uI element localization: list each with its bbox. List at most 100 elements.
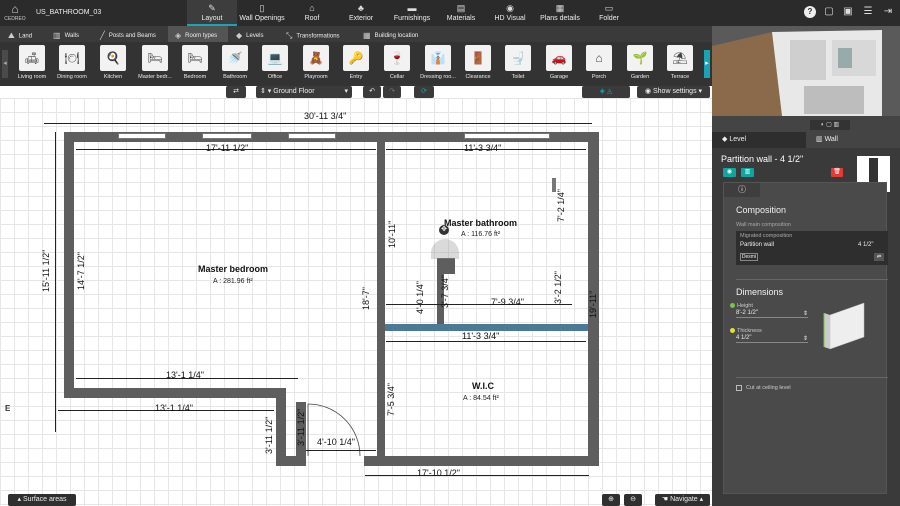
tab-level[interactable]: ◆ Level — [712, 132, 806, 148]
room-type-living-room[interactable]: 🛋 Living room — [13, 45, 51, 83]
washer-icon: 🍷 — [384, 45, 410, 71]
room-type-garage[interactable]: 🚗 Garage — [540, 45, 578, 83]
floor-plan-canvas[interactable]: 30'-11 3/4" 17'-11 1/2" 11'-3 3/4" 13'-1… — [0, 98, 712, 506]
hand-icon: ☚ — [661, 496, 671, 503]
dim-line — [365, 475, 589, 476]
room-type-garden[interactable]: 🌱 Garden — [621, 45, 659, 83]
tab-materials[interactable]: ▤ Materials — [437, 0, 485, 26]
show-settings-button[interactable]: ◉ Show settings ▾ — [637, 86, 710, 98]
wall-bath-stub[interactable] — [437, 258, 455, 274]
wall-color-button[interactable]: ◉ — [723, 168, 736, 177]
room-type-clearance[interactable]: 🚪 Clearance — [459, 45, 497, 83]
window[interactable] — [464, 133, 550, 139]
help-icon[interactable]: ? — [804, 6, 816, 18]
canvas-toolbar: ⇄ ⇕ ▾ Ground Floor ▾ ↶ ↷ ⟳ ◈ ◬ ◉ Show set… — [0, 86, 712, 98]
zoom-out-icon[interactable]: ⊖ — [624, 494, 642, 506]
wall-entry-left[interactable] — [276, 388, 286, 466]
dim-entry-3-11-b: 3'-11 1/2" — [296, 408, 306, 446]
wall-left[interactable] — [64, 132, 74, 394]
room-type-terrace[interactable]: ⛱ Terrace — [661, 45, 699, 83]
sofa-icon: ▬ — [407, 3, 417, 13]
scroll-left-arrow-icon[interactable]: ◂ — [2, 50, 8, 78]
tab-room-types[interactable]: ◈ Room types — [168, 26, 228, 42]
room-type-bathroom[interactable]: 🚿 Bathroom — [216, 45, 254, 83]
tab-wall[interactable]: ▥ Wall — [806, 132, 900, 148]
info-icon[interactable]: ⓘ — [724, 183, 760, 197]
tab-layout[interactable]: ✎ Layout — [187, 0, 237, 26]
wall-bottom-right[interactable] — [364, 456, 599, 466]
room-type-dining-room[interactable]: 🍽 Dining room — [53, 45, 91, 83]
tab-exterior[interactable]: ♣ Exterior — [337, 0, 385, 26]
app-logo[interactable]: ⌂ CEDREO — [2, 3, 28, 23]
room-type-cellar[interactable]: 🍷 Cellar — [378, 45, 416, 83]
redo-icon[interactable]: ↷ — [383, 86, 401, 98]
composition-box[interactable]: Migrated composition Partition wall 4 1/… — [736, 231, 888, 265]
room-type-bedroom[interactable]: 🛏 Bedroom — [176, 45, 214, 83]
swap-icon[interactable]: ⇄ — [226, 86, 246, 98]
dining-table-icon: 🍽 — [59, 45, 85, 71]
undo-icon[interactable]: ↶ — [363, 86, 381, 98]
tab-roof[interactable]: ⌂ Roof — [287, 0, 337, 26]
room-label-master-bedroom[interactable]: Master bedroom — [198, 264, 268, 274]
room-type-dressing-room[interactable]: 👔 Dressing roo... — [418, 45, 458, 83]
room-type-toilet[interactable]: 🚽 Toilet — [499, 45, 537, 83]
cut-ceiling-label: Cut at ceiling level — [746, 385, 791, 391]
tab-land[interactable]: ⛰ Land — [8, 26, 48, 42]
tree-icon: ♣ — [358, 3, 364, 13]
wall-entry-bottom[interactable] — [286, 456, 306, 466]
zoom-in-icon[interactable]: ⊕ — [602, 494, 620, 506]
height-field[interactable]: 8'-2 1/2" ⇕ — [736, 310, 808, 318]
floor-select[interactable]: ⇕ ▾ Ground Floor ▾ — [256, 86, 352, 98]
wall-selected-partition[interactable] — [385, 324, 588, 331]
wall-style-button[interactable]: ▥ — [741, 168, 754, 177]
room-label-master-bathroom[interactable]: Master bathroom — [444, 218, 517, 228]
surface-areas-button[interactable]: ▴ Surface areas — [8, 494, 76, 506]
tab-levels[interactable]: ◆ Levels — [236, 26, 276, 42]
room-type-entry[interactable]: 🔑 Entry — [337, 45, 375, 83]
room-type-master-bedroom[interactable]: 🛏 Master bedr... — [134, 45, 176, 83]
room-type-office[interactable]: 💻 Office — [256, 45, 294, 83]
room-label-wic[interactable]: W.I.C — [472, 381, 494, 391]
wall-middle-partition[interactable] — [377, 142, 385, 456]
tab-building-location[interactable]: ▦ Building location — [363, 26, 433, 42]
room-type-kitchen[interactable]: 🍳 Kitchen — [94, 45, 132, 83]
view-mode-toggle[interactable]: ◈ ◬ — [582, 86, 630, 98]
tab-folder[interactable]: ▭ Folder — [585, 0, 633, 26]
dim-outer-bottom-left: 13'-1 1/4" — [155, 403, 193, 413]
window[interactable] — [202, 133, 252, 139]
building-icon: ▦ — [363, 31, 371, 40]
move-handle-icon[interactable]: ✥ — [439, 225, 449, 235]
window[interactable] — [288, 133, 336, 139]
navigate-button[interactable]: ☚ Navigate ▴ — [655, 494, 710, 506]
room-area-master-bathroom: A : 116.76 ft² — [461, 231, 501, 238]
room-type-playroom[interactable]: 🧸 Playroom — [297, 45, 335, 83]
stepper-icon[interactable]: ⇕ — [803, 310, 808, 317]
tab-transformations[interactable]: ⤡ Transformations — [286, 26, 356, 42]
preview-controls[interactable]: ◐ ▢ ▥ — [810, 120, 850, 130]
3d-preview[interactable]: ◐ ▢ ▥ — [712, 26, 900, 132]
transform-icon: ⤡ — [286, 31, 293, 40]
sync-icon[interactable]: ⟳ — [414, 86, 434, 98]
cut-ceiling-checkbox[interactable] — [736, 385, 742, 391]
stepper-icon[interactable]: ⇕ — [803, 335, 808, 342]
room-type-porch[interactable]: ⌂ Porch — [580, 45, 618, 83]
wall-bottom-left[interactable] — [64, 388, 276, 398]
tab-posts-and-beams[interactable]: ╱ Posts and Beams — [100, 26, 166, 42]
settings-icon[interactable]: ☰ — [862, 6, 874, 18]
composition-detail-button[interactable]: Desmi — [740, 253, 758, 261]
chat-icon[interactable]: ▢ — [823, 6, 835, 18]
dim-line — [44, 123, 592, 124]
logout-icon[interactable]: ⇥ — [882, 6, 894, 18]
scroll-right-arrow-icon[interactable]: ▸ — [704, 50, 710, 78]
save-icon[interactable]: ▣ — [842, 6, 854, 18]
thickness-field[interactable]: 4 1/2" ⇕ — [736, 335, 808, 343]
tab-hd-visual[interactable]: ◉ HD Visual — [485, 0, 535, 26]
tab-walls[interactable]: ▥ Walls — [53, 26, 95, 42]
delete-button[interactable]: 🗑 — [831, 168, 843, 177]
tab-wall-openings[interactable]: ▯ Wall Openings — [237, 0, 287, 26]
window[interactable] — [118, 133, 166, 139]
swap-icon[interactable]: ⇄ — [874, 253, 884, 261]
tab-furnishings[interactable]: ▬ Furnishings — [387, 0, 437, 26]
chevron-down-icon: ▾ — [344, 88, 348, 95]
tab-plans-details[interactable]: ▦ Plans details — [535, 0, 585, 26]
